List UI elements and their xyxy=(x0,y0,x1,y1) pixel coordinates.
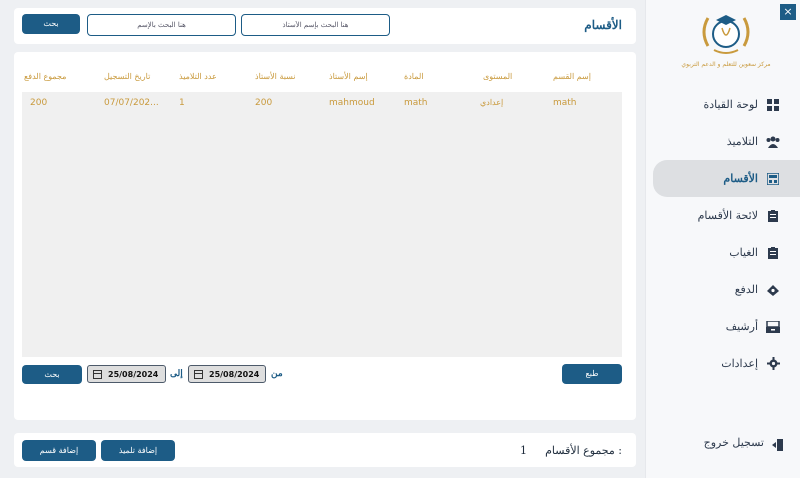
calendar-icon xyxy=(93,369,102,379)
col-level: المستوى xyxy=(483,72,513,81)
col-student-count: عدد التلاميذ xyxy=(179,72,217,81)
page-title: الأقسام xyxy=(584,18,622,32)
users-icon xyxy=(766,135,780,149)
logout-label: تسجيل خروج xyxy=(703,435,764,449)
settings-icon xyxy=(766,357,780,371)
logo: مركز سعوين للتعلم و الدعم التربوي xyxy=(671,8,781,70)
archive-icon xyxy=(766,320,780,334)
absence-icon xyxy=(766,246,780,260)
cell-total-payment: 200 xyxy=(30,98,48,108)
sidebar-item-label: أرشيف xyxy=(725,320,758,333)
col-class-name: إسم القسم xyxy=(553,72,591,81)
logout-icon xyxy=(772,436,784,451)
cell-subject: math xyxy=(404,98,428,108)
sidebar-item-payment[interactable]: الدفع xyxy=(645,271,800,308)
list-icon xyxy=(766,209,780,223)
sidebar-item-label: لوحة القيادة xyxy=(703,98,758,111)
logo-caption: مركز سعوين للتعلم و الدعم التربوي xyxy=(681,61,771,68)
table-body: math إعدادي math mahmoud 200 1 07/07/202… xyxy=(22,92,622,357)
sidebar: × مركز سعوين للتعلم و الدعم التربوي لوحة… xyxy=(645,0,800,478)
to-label: إلى xyxy=(170,369,183,379)
from-label: من xyxy=(271,369,283,379)
sidebar-item-label: إعدادات xyxy=(721,357,758,370)
sidebar-item-students[interactable]: التلاميذ xyxy=(645,123,800,160)
classes-table-panel: إسم القسم المستوى المادة إسم الأستاذ نسب… xyxy=(14,52,636,420)
from-date-picker[interactable]: 25/08/2024 xyxy=(188,365,266,383)
close-icon[interactable]: × xyxy=(780,4,796,20)
sidebar-item-archive[interactable]: أرشيف xyxy=(645,308,800,345)
logout-button[interactable]: تسجيل خروج xyxy=(645,430,800,454)
sidebar-item-label: لائحة الأقسام xyxy=(697,209,758,222)
to-date-picker[interactable]: 25/08/2024 xyxy=(87,365,166,383)
col-teacher-share: نسبة الأستاذ xyxy=(255,72,296,81)
filter-search-button[interactable]: بحث xyxy=(22,365,82,384)
payment-icon xyxy=(766,283,780,297)
add-class-button[interactable]: إضافة قسم xyxy=(22,440,96,461)
sidebar-item-class-list[interactable]: لائحة الأقسام xyxy=(645,197,800,234)
sidebar-item-label: الأقسام xyxy=(723,172,758,185)
cell-teacher-name: mahmoud xyxy=(329,98,375,108)
sidebar-item-label: الغياب xyxy=(729,246,758,259)
sidebar-item-label: الدفع xyxy=(734,283,758,296)
total-classes-value: 1 xyxy=(520,444,527,457)
cell-student-count: 1 xyxy=(179,98,185,108)
calendar-icon xyxy=(194,369,203,379)
to-date-value: 25/08/2024 xyxy=(108,369,159,379)
dashboard-icon xyxy=(766,98,780,112)
sidebar-item-settings[interactable]: إعدادات xyxy=(645,345,800,382)
cell-level: إعدادي xyxy=(480,98,504,107)
search-button[interactable]: بحث xyxy=(22,14,80,34)
logo-emblem-icon xyxy=(702,15,750,54)
cell-class-name: math xyxy=(553,98,577,108)
col-teacher-name: إسم الأستاذ xyxy=(329,72,368,81)
sidebar-item-classes[interactable]: الأقسام xyxy=(653,160,800,197)
from-date-value: 25/08/2024 xyxy=(209,369,260,379)
classes-icon xyxy=(766,172,780,186)
search-bar-panel: الأقسام بحث xyxy=(14,8,636,44)
table-row[interactable]: math إعدادي math mahmoud 200 1 07/07/202… xyxy=(22,98,622,116)
add-student-button[interactable]: إضافة تلميذ xyxy=(101,440,175,461)
sidebar-item-label: التلاميذ xyxy=(726,135,758,148)
sidebar-item-dashboard[interactable]: لوحة القيادة xyxy=(645,86,800,123)
footer-panel: مجموع الأقسام : 1 إضافة تلميذ إضافة قسم xyxy=(14,433,636,467)
col-registration-date: تاريخ التسجيل xyxy=(104,72,151,81)
cell-registration-date: 07/07/202... xyxy=(104,98,159,108)
col-total-payment: مجموع الدفع xyxy=(24,72,67,81)
print-button[interactable]: طبع xyxy=(562,364,622,384)
sidebar-item-absence[interactable]: الغياب xyxy=(645,234,800,271)
cell-teacher-share: 200 xyxy=(255,98,273,108)
search-name-input[interactable] xyxy=(87,14,236,36)
col-subject: المادة xyxy=(404,72,424,81)
search-teacher-input[interactable] xyxy=(241,14,390,36)
table-header: إسم القسم المستوى المادة إسم الأستاذ نسب… xyxy=(22,72,622,92)
total-classes-label: مجموع الأقسام : xyxy=(545,444,622,457)
sidebar-nav: لوحة القيادة التلاميذ الأقسام لائحة الأق… xyxy=(645,86,800,382)
